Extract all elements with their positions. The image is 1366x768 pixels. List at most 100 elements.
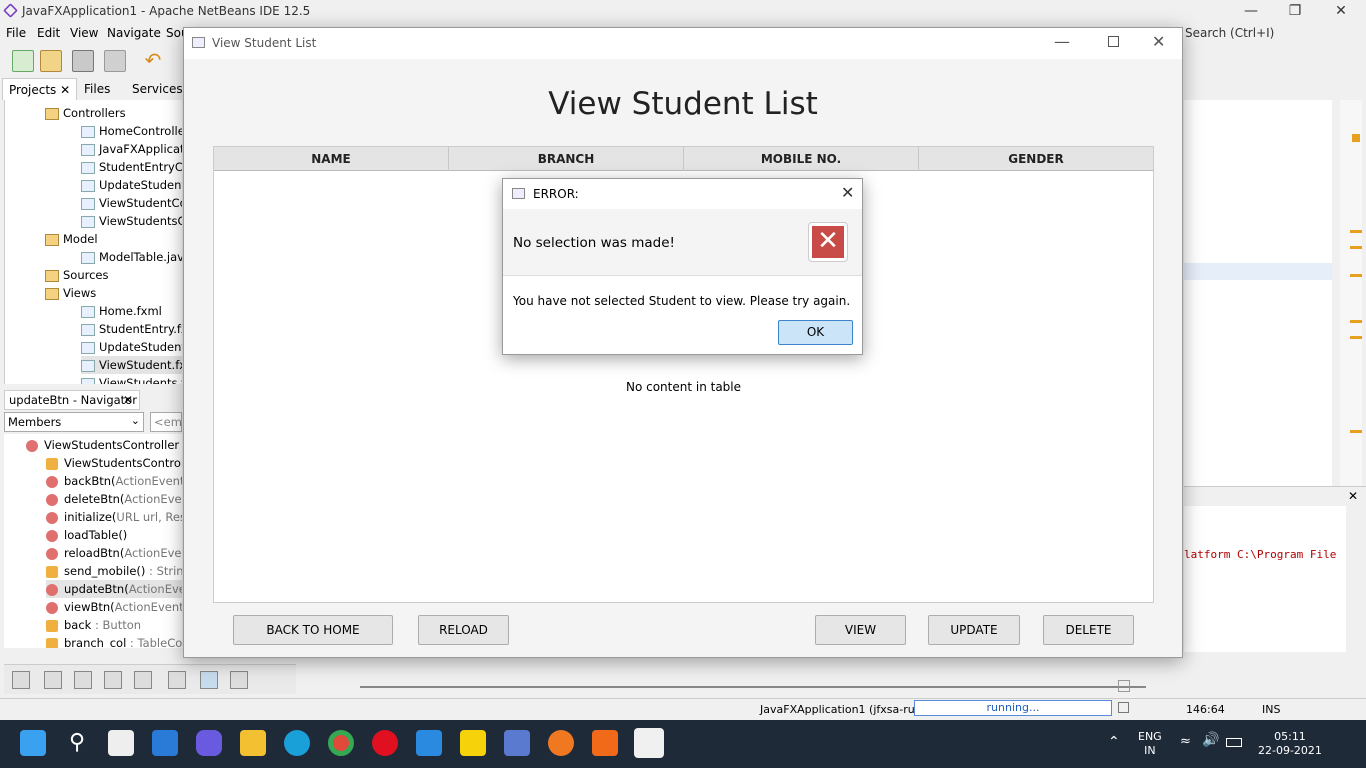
- editor-area[interactable]: [1184, 100, 1332, 486]
- tree-item[interactable]: StudentEntryCon: [81, 158, 182, 176]
- tab-files[interactable]: Files: [78, 78, 116, 100]
- close-icon[interactable]: ✕: [1152, 32, 1165, 51]
- tree-item[interactable]: ViewStudent.fxm: [81, 356, 182, 374]
- navigator-member[interactable]: backBtn(ActionEvent ev: [46, 472, 182, 490]
- sticky-notes-icon[interactable]: [460, 730, 486, 756]
- view-button[interactable]: VIEW: [815, 615, 906, 645]
- tree-item[interactable]: HomeController.j: [81, 122, 182, 140]
- stop-task-icon[interactable]: [1118, 702, 1129, 713]
- language-indicator[interactable]: ENG IN: [1138, 730, 1162, 758]
- lock-icon[interactable]: [104, 671, 122, 689]
- delete-button[interactable]: DELETE: [1043, 615, 1134, 645]
- netbeans-icon[interactable]: [504, 730, 530, 756]
- minimize-icon[interactable]: —: [1054, 32, 1070, 51]
- widgets-icon[interactable]: [152, 730, 178, 756]
- navigator-member[interactable]: loadTable(): [46, 526, 127, 544]
- tree-item[interactable]: JavaFXApplicatio: [81, 140, 182, 158]
- undo-icon[interactable]: ↶: [142, 50, 164, 72]
- teams-chat-icon[interactable]: [196, 730, 222, 756]
- edge-icon[interactable]: [284, 730, 310, 756]
- navigator-member[interactable]: ViewStudentsController :: In: [26, 436, 182, 454]
- blender-icon[interactable]: [548, 730, 574, 756]
- new-file-icon[interactable]: [12, 50, 34, 72]
- battery-icon[interactable]: [1226, 738, 1242, 747]
- vscode-icon[interactable]: [416, 730, 442, 756]
- sort-icon[interactable]: [230, 671, 248, 689]
- navigator-member[interactable]: deleteBtn(ActionEvent e: [46, 490, 182, 508]
- tree-item[interactable]: Controllers: [45, 104, 126, 122]
- tree-item[interactable]: StudentEntry.fx: [81, 320, 182, 338]
- navigator-member[interactable]: updateBtn(ActionEvent e: [46, 580, 182, 598]
- column-header-name[interactable]: NAME: [214, 147, 449, 171]
- close-icon[interactable]: ✕: [841, 183, 854, 202]
- navigator-member[interactable]: viewBtn(ActionEvent ev: [46, 598, 182, 616]
- tab-services[interactable]: Services: [126, 78, 189, 100]
- tab-projects[interactable]: Projects ✕: [2, 78, 78, 100]
- navigator-tab[interactable]: updateBtn - Navigator ✕: [4, 390, 140, 410]
- filter-icon[interactable]: [44, 671, 62, 689]
- navigator-member[interactable]: back : Button: [46, 616, 141, 634]
- chevron-up-icon[interactable]: ⌃: [1108, 734, 1120, 750]
- ide-search-input[interactable]: Search (Ctrl+I): [1185, 26, 1274, 40]
- filter-icon[interactable]: [134, 671, 152, 689]
- opera-icon[interactable]: [372, 730, 398, 756]
- maximize-icon[interactable]: [1108, 36, 1119, 47]
- search-icon[interactable]: ⚲: [64, 730, 90, 756]
- volume-icon[interactable]: 🔊: [1202, 732, 1219, 748]
- filter-input[interactable]: <empt: [150, 412, 182, 432]
- xampp-icon[interactable]: [592, 730, 618, 756]
- sort-icon[interactable]: [200, 671, 218, 689]
- navigator-member[interactable]: send_mobile() : String: [46, 562, 182, 580]
- menu-view[interactable]: View: [70, 26, 98, 40]
- close-navigator-icon[interactable]: ✕: [123, 393, 133, 407]
- windows-start-icon[interactable]: [20, 730, 46, 756]
- members-select[interactable]: Members ⌄: [4, 412, 144, 432]
- file-explorer-icon[interactable]: [240, 730, 266, 756]
- tree-item[interactable]: ModelTable.java: [81, 248, 182, 266]
- ok-button[interactable]: OK: [778, 320, 853, 345]
- column-header-mobile[interactable]: MOBILE NO.: [684, 147, 919, 171]
- tree-item[interactable]: Home.fxml: [81, 302, 162, 320]
- scroll-box-icon[interactable]: [1118, 680, 1130, 692]
- reload-button[interactable]: RELOAD: [418, 615, 509, 645]
- restore-icon[interactable]: ❐: [1272, 0, 1318, 22]
- wifi-icon[interactable]: ≈: [1180, 734, 1191, 749]
- tree-item[interactable]: ViewStudentsCo: [81, 212, 182, 230]
- tree-item[interactable]: ViewStudentCon: [81, 194, 182, 212]
- tree-item[interactable]: UpdateStudentC: [81, 176, 182, 194]
- member-name: branch_col: [64, 636, 127, 648]
- tree-item[interactable]: Model: [45, 230, 98, 248]
- update-button[interactable]: UPDATE: [928, 615, 1020, 645]
- tree-item[interactable]: UpdateStudent.: [81, 338, 182, 356]
- tree-item[interactable]: Views: [45, 284, 96, 302]
- back-to-home-button[interactable]: BACK TO HOME: [233, 615, 393, 645]
- navigator-member[interactable]: initialize(URL url, Resour: [46, 508, 182, 526]
- filter-icon[interactable]: [74, 671, 92, 689]
- minimize-icon[interactable]: —: [1228, 0, 1274, 22]
- navigator-member[interactable]: reloadBtn(ActionEvent e: [46, 544, 182, 562]
- tree-item[interactable]: Sources: [45, 266, 109, 284]
- open-project-icon[interactable]: [72, 50, 94, 72]
- navigator-member[interactable]: branch_col : TableColum: [46, 634, 182, 648]
- progress-bar[interactable]: running...: [914, 700, 1112, 716]
- clock[interactable]: 05:11 22-09-2021: [1258, 730, 1322, 758]
- java-app-icon[interactable]: [634, 728, 664, 758]
- tree-item[interactable]: ViewStudents.fx: [81, 374, 182, 384]
- warning-marker: [1350, 320, 1362, 323]
- menu-edit[interactable]: Edit: [37, 26, 60, 40]
- new-project-icon[interactable]: [40, 50, 62, 72]
- tree-item-label: ViewStudentsCo: [99, 214, 182, 228]
- filter-icon[interactable]: [12, 671, 30, 689]
- close-icon[interactable]: ✕: [1318, 0, 1364, 22]
- chrome-icon[interactable]: [328, 730, 354, 756]
- task-view-icon[interactable]: [108, 730, 134, 756]
- horizontal-scrollbar[interactable]: [360, 686, 1146, 688]
- menu-file[interactable]: File: [6, 26, 26, 40]
- navigator-member[interactable]: ViewStudentsController(: [46, 454, 182, 472]
- column-header-branch[interactable]: BRANCH: [449, 147, 684, 171]
- sort-icon[interactable]: [168, 671, 186, 689]
- column-header-gender[interactable]: GENDER: [919, 147, 1153, 171]
- save-all-icon[interactable]: [104, 50, 126, 72]
- close-output-icon[interactable]: ✕: [1348, 489, 1358, 503]
- menu-navigate[interactable]: Navigate: [107, 26, 161, 40]
